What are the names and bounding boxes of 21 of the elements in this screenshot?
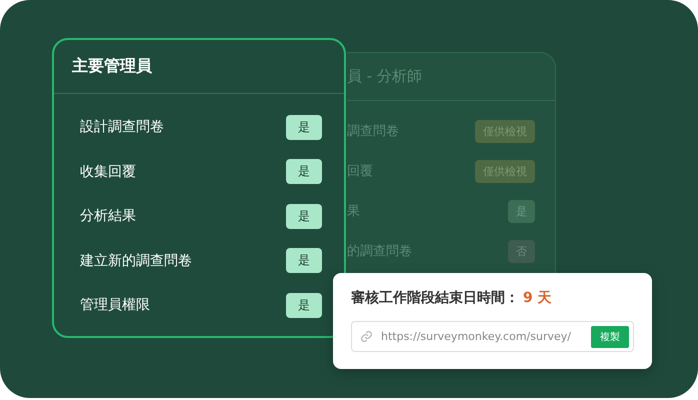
permission-label: 管理員權限 [80, 296, 150, 314]
card-title: 員 - 分析師 [347, 67, 422, 86]
deadline-label: 審核工作階段結束日時間： [351, 289, 519, 307]
link-field[interactable]: https://surveymonkey.com/survey/ 複製 [351, 321, 634, 352]
copy-button[interactable]: 複製 [591, 326, 629, 348]
permission-label: 收集回覆 [80, 162, 136, 181]
permission-label: 回覆 [347, 163, 373, 180]
permission-badge: 是 [286, 248, 322, 274]
permission-badge: 是 [286, 114, 322, 140]
days-value: 9 天 [523, 289, 552, 307]
permission-label: 建立新的調查問卷 [80, 252, 192, 270]
permission-label: 設計調查問卷 [80, 118, 164, 136]
permission-label: 的調查問卷 [347, 243, 412, 260]
permission-badge: 是 [286, 159, 322, 184]
permission-label: 調查問卷 [347, 123, 399, 140]
permission-label: 果 [347, 203, 360, 220]
permission-label: 分析結果 [80, 207, 136, 226]
link-icon [360, 330, 373, 343]
card-title: 主要管理員 [72, 56, 152, 77]
permission-badge: 是 [286, 204, 322, 229]
permission-badge: 是 [286, 292, 322, 318]
